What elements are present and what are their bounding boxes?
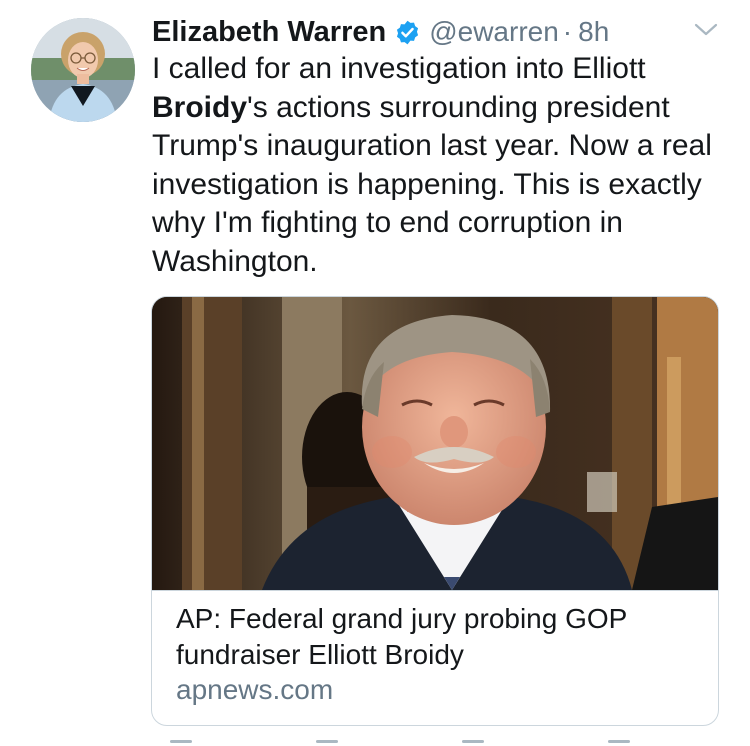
tweet-text-part1: I called for an investigation into Ellio…	[152, 52, 646, 85]
card-domain[interactable]: apnews.com	[176, 673, 333, 707]
card-divider	[152, 590, 718, 591]
avatar-image	[31, 18, 135, 122]
action-bar-partial	[170, 740, 630, 746]
header-separator: ·	[562, 16, 573, 47]
retweet-icon[interactable]	[316, 740, 338, 743]
tweet-timestamp[interactable]: 8h	[578, 16, 609, 48]
share-icon[interactable]	[608, 740, 630, 743]
tweet-text-bold: Broidy	[152, 90, 248, 124]
verified-badge-icon	[394, 19, 421, 46]
tweet-header: Elizabeth Warren @ewarren · 8h	[152, 12, 690, 52]
author-handle[interactable]: @ewarren	[429, 16, 559, 48]
card-image[interactable]	[152, 297, 718, 590]
tweet-text: I called for an investigation into Ellio…	[152, 50, 722, 281]
link-card[interactable]: AP: Federal grand jury probing GOP fundr…	[151, 296, 719, 726]
avatar[interactable]	[31, 18, 135, 122]
author-name[interactable]: Elizabeth Warren	[152, 16, 386, 49]
card-title[interactable]: AP: Federal grand jury probing GOP fundr…	[176, 601, 696, 673]
chevron-down-icon[interactable]	[692, 20, 720, 40]
reply-icon[interactable]	[170, 740, 192, 743]
like-icon[interactable]	[462, 740, 484, 743]
